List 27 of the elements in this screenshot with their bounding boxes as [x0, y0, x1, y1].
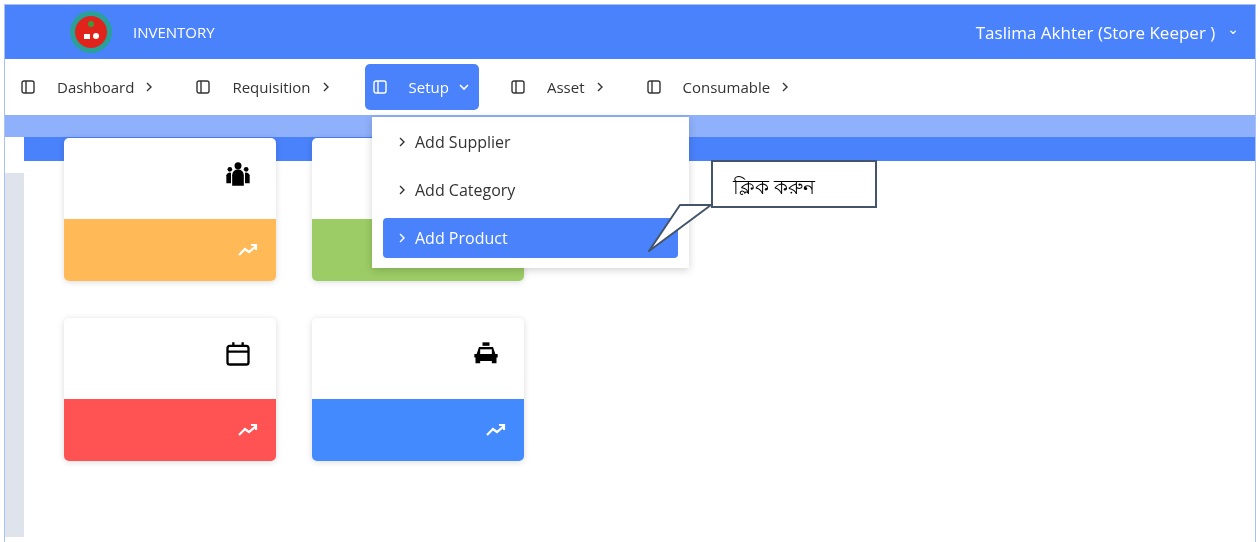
panel-icon — [646, 80, 661, 94]
chevron-down-icon — [458, 82, 469, 92]
nav-item[interactable]: Setup — [364, 64, 479, 110]
people-icon — [224, 160, 252, 188]
menu-item[interactable]: Add Category — [383, 170, 678, 210]
nav-item[interactable]: Asset — [502, 64, 615, 110]
calendar-icon — [224, 340, 252, 368]
chevron-right-icon — [397, 185, 407, 195]
app-title: INVENTORY — [133, 22, 215, 42]
nav-item[interactable]: Requisition — [188, 64, 341, 110]
callout-box: ক্লিক করুন — [711, 160, 877, 208]
panel-icon — [372, 80, 387, 94]
panel-icon — [196, 80, 211, 94]
menu-item[interactable]: Add Supplier — [383, 122, 678, 162]
panel-icon — [510, 80, 525, 94]
menu-item[interactable]: Add Product — [383, 218, 678, 258]
trend-up-icon — [486, 423, 506, 437]
caret-icon[interactable]: ⌄ — [1227, 22, 1239, 42]
user-name[interactable]: Taslima Akhter (Store Keeper ) — [975, 20, 1216, 44]
panel-icon — [21, 80, 35, 94]
chevron-right-icon — [397, 233, 407, 243]
nav-item[interactable]: Consumable — [638, 64, 801, 110]
trend-up-icon — [238, 243, 258, 257]
trend-up-icon — [238, 423, 258, 437]
chevron-right-icon — [397, 137, 407, 147]
logo-icon — [69, 10, 113, 54]
nav-item[interactable]: Dashboard — [13, 64, 165, 110]
